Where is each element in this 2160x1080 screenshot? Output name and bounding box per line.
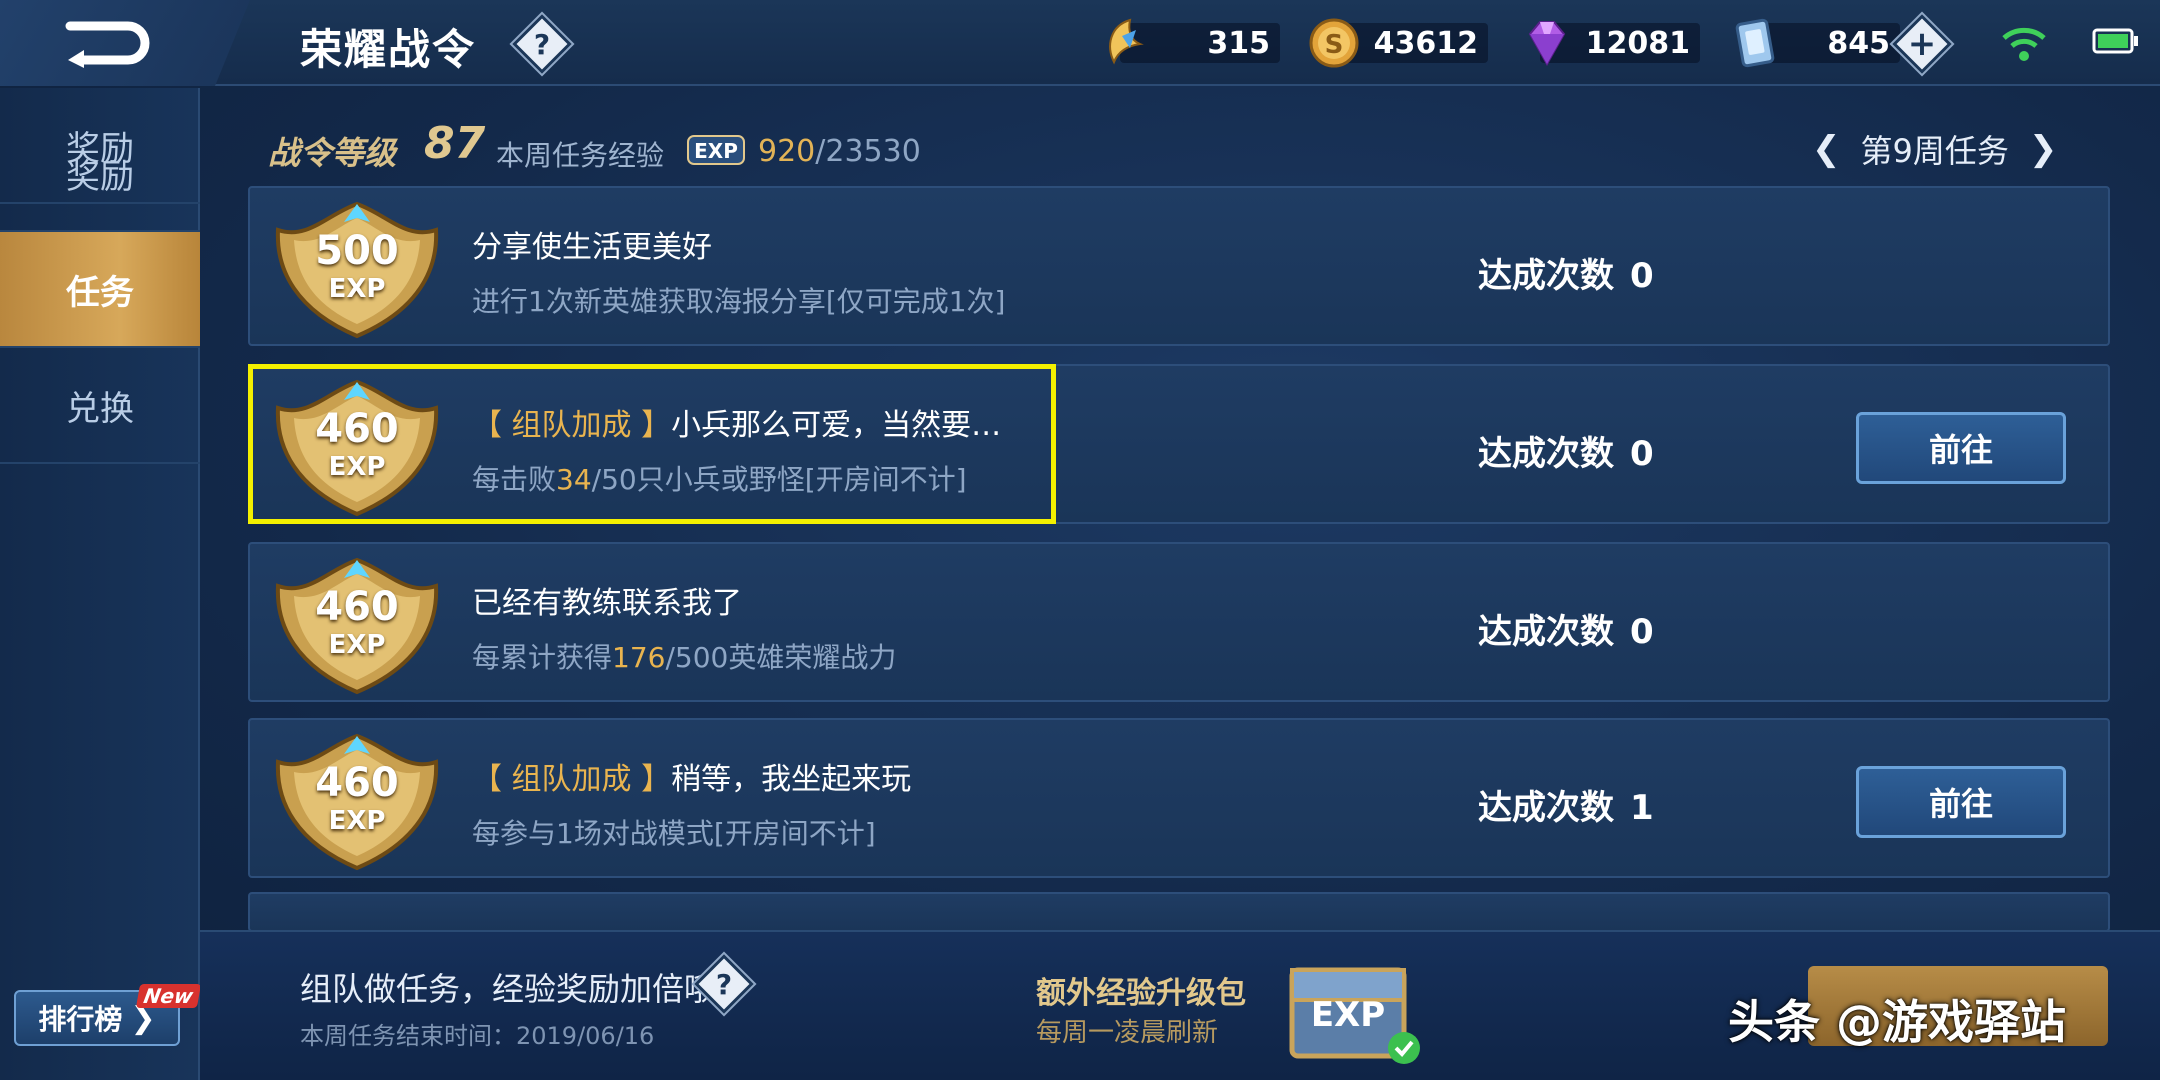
pass-level-label: 战令等级 — [268, 134, 397, 172]
highlight-box — [248, 364, 1056, 524]
exp-pack-subtitle: 每周一凌晨刷新 — [1036, 1018, 1219, 1048]
task-title-text: 分享使生活更美好 — [472, 230, 712, 265]
exp-amount: 460 — [315, 760, 399, 806]
diamond-icon — [1528, 21, 1566, 67]
task-desc-pre: 进行1次新英雄获取海报分享[仅可完成1次] — [472, 285, 1006, 318]
week-exp-total: /23530 — [815, 134, 921, 169]
week-selector: ❮ 第9周任务 ❯ — [1812, 126, 2057, 172]
tab-tasks-label: 任务 — [66, 272, 134, 313]
count-value: 0 — [1630, 256, 1654, 296]
tab-exchange[interactable]: 兑换 — [0, 348, 200, 464]
leaderboard-label: 排行榜 — [38, 1003, 123, 1036]
chevron-right-icon[interactable]: ❯ — [2029, 129, 2058, 169]
gold-coin-icon: S — [1309, 18, 1359, 68]
exp-icon: EXP — [687, 135, 745, 165]
exp-amount: 500 — [315, 228, 399, 274]
team-help-button[interactable]: ? — [698, 958, 750, 1010]
count-value: 0 — [1630, 434, 1654, 474]
gold-currency: 43612 S — [1309, 16, 1488, 70]
coupon-currency: 315 — [1109, 16, 1280, 70]
wifi-icon — [2002, 27, 2046, 61]
go-button[interactable]: 前往 — [1856, 766, 2066, 838]
chest-text: EXP — [1311, 995, 1385, 1035]
top-bar: 荣耀战令 ? 315 43612 S 12081 845 + — [0, 0, 2160, 86]
exp-amount: 460 — [315, 584, 399, 630]
back-arrow-icon — [65, 21, 150, 68]
task-description: 进行1次新英雄获取海报分享[仅可完成1次] — [472, 280, 1005, 320]
exp-chest-icon[interactable]: EXP — [1278, 944, 1428, 1068]
plus-icon: + — [1907, 24, 1937, 64]
exp-medal-icon: 460 EXP — [268, 556, 446, 696]
team-bonus-tag: 【 组队加成 】 — [472, 762, 672, 797]
task-title-text: 已经有教练联系我了 — [472, 586, 742, 621]
exp-medal-icon: 500 EXP — [268, 200, 446, 340]
task-description: 每参与1场对战模式[开房间不计] — [472, 812, 876, 852]
tab-rewards-label: 奖励 — [66, 156, 134, 197]
exp-medal-icon: 460 EXP — [268, 732, 446, 872]
count-value: 1 — [1630, 788, 1654, 828]
exp-unit: EXP — [328, 274, 386, 304]
count-label: 达成次数 — [1478, 434, 1614, 474]
task-title: 【 组队加成 】稍等，我坐起来玩 — [472, 754, 911, 798]
task-desc-pre: 每累计获得 — [472, 641, 613, 674]
team-tip: 组队做任务，经验奖励加倍哦 — [300, 964, 716, 1010]
exp-pack-title: 额外经验升级包 — [1036, 976, 1246, 1011]
battery-icon — [2092, 28, 2138, 54]
week-exp-progress: 920/23530 — [758, 134, 921, 169]
chevron-left-icon[interactable]: ❮ — [1812, 129, 1841, 169]
count-label: 达成次数 — [1478, 256, 1614, 296]
count-value: 0 — [1630, 612, 1654, 652]
task-card: 500 EXP 分享使生活更美好 进行1次新英雄获取海报分享[仅可完成1次] 达… — [248, 186, 2110, 346]
task-completion-count: 达成次数 0 — [1478, 426, 1654, 475]
week-label: 第9周任务 — [1860, 132, 2009, 170]
diamond-currency: 12081 — [1528, 16, 1700, 70]
task-progress-value: 176 — [612, 641, 666, 674]
task-card-partial — [248, 892, 2110, 932]
task-title: 分享使生活更美好 — [472, 222, 712, 266]
task-title: 已经有教练联系我了 — [472, 578, 742, 622]
tab-tasks[interactable]: 任务 — [0, 232, 200, 348]
page-title: 荣耀战令 — [300, 25, 477, 74]
task-card: 460 EXP 【 组队加成 】稍等，我坐起来玩 每参与1场对战模式[开房间不计… — [248, 718, 2110, 878]
task-completion-count: 达成次数 0 — [1478, 248, 1654, 297]
voucher-icon — [1735, 18, 1775, 68]
task-completion-count: 达成次数 1 — [1478, 780, 1654, 829]
tab-rewards[interactable]: 奖励 — [0, 116, 200, 232]
coupon-icon — [1109, 18, 1144, 65]
exp-icon-text: EXP — [694, 139, 738, 163]
exp-unit: EXP — [328, 630, 386, 660]
task-desc-pre: 每参与1场对战模式[开房间不计] — [472, 817, 876, 850]
task-completion-count: 达成次数 0 — [1478, 604, 1654, 653]
task-description: 每累计获得176/500英雄荣耀战力 — [472, 636, 896, 676]
exp-unit: EXP — [328, 806, 386, 836]
voucher-currency: 845 — [1735, 16, 1900, 70]
add-voucher-button[interactable]: + — [1896, 18, 1948, 70]
help-icon: ? — [715, 967, 733, 1001]
week-exp-current: 920 — [758, 134, 816, 169]
week-exp-label: 本周任务经验 — [496, 139, 665, 172]
task-end-time: 本周任务结束时间：2019/06/16 — [300, 1022, 655, 1050]
team-tip-text: 组队做任务，经验奖励加倍哦 — [300, 970, 717, 1008]
new-badge: New — [135, 984, 201, 1008]
task-desc-post: /500英雄荣耀战力 — [665, 641, 897, 674]
tab-exchange-label: 兑换 — [66, 388, 134, 429]
back-button[interactable] — [0, 0, 250, 86]
count-label: 达成次数 — [1478, 788, 1614, 828]
task-title-text: 稍等，我坐起来玩 — [671, 762, 912, 797]
pass-level-value: 87 — [424, 118, 486, 169]
watermark: 头条 @游戏驿站 — [1728, 995, 2067, 1049]
svg-text:S: S — [1325, 30, 1344, 60]
task-card: 460 EXP 已经有教练联系我了 每累计获得176/500英雄荣耀战力 达成次… — [248, 542, 2110, 702]
help-button[interactable]: ? — [516, 18, 568, 70]
count-label: 达成次数 — [1478, 612, 1614, 652]
go-button[interactable]: 前往 — [1856, 412, 2066, 484]
help-icon: ? — [533, 27, 551, 61]
